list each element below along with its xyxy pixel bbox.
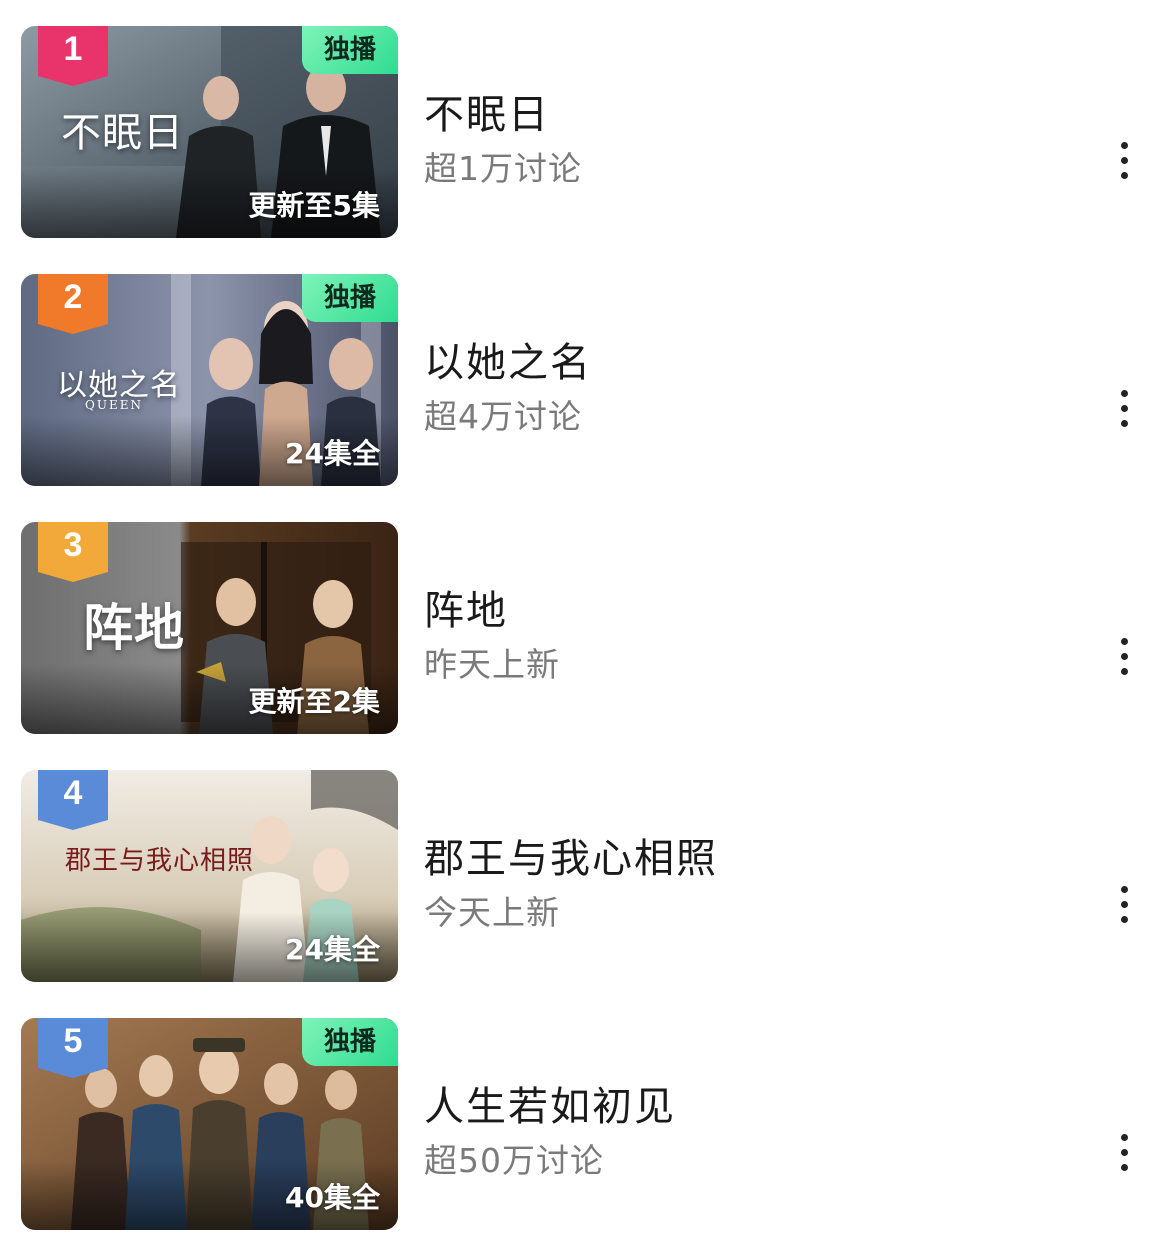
show-title[interactable]: 不眠日 <box>424 82 550 140</box>
rank-badge: 3 <box>38 522 108 582</box>
episode-status: 更新至2集 <box>248 685 380 718</box>
poster-title: 不眠日 <box>61 110 184 156</box>
list-item[interactable]: 不眠日 独播 1 更新至5集 不眠日 超1万讨论 <box>0 26 1158 240</box>
show-subtitle: 今天上新 <box>424 893 560 932</box>
episode-status: 24集全 <box>285 437 380 470</box>
rank-badge: 4 <box>38 770 108 830</box>
rank-badge: 1 <box>38 26 108 86</box>
list-item[interactable]: 以她之名 QUEEN 独播 2 24集全 以她之名 超4万讨论 <box>0 274 1158 488</box>
rank-number: 1 <box>63 30 83 68</box>
rank-number: 5 <box>63 1022 83 1060</box>
exclusive-badge: 独播 <box>302 274 398 322</box>
more-options-icon[interactable] <box>1106 880 1142 930</box>
show-title[interactable]: 人生若如初见 <box>424 1074 676 1132</box>
rank-number: 4 <box>63 774 83 812</box>
more-options-icon[interactable] <box>1106 136 1142 186</box>
list-item[interactable]: 郡王与我心相照 4 24集全 郡王与我心相照 今天上新 <box>0 770 1158 984</box>
rank-number: 3 <box>63 526 83 564</box>
more-options-icon[interactable] <box>1106 1128 1142 1178</box>
list-item[interactable]: 独播 5 40集全 人生若如初见 超50万讨论 <box>0 1018 1158 1232</box>
poster-title: 阵地 <box>83 598 185 657</box>
exclusive-badge: 独播 <box>302 1018 398 1066</box>
poster-thumbnail[interactable]: 郡王与我心相照 4 24集全 <box>21 770 398 982</box>
ranking-list: 不眠日 独播 1 更新至5集 不眠日 超1万讨论 以她之名 QUEEN 独播 2… <box>0 0 1158 1244</box>
show-subtitle: 超1万讨论 <box>424 149 582 188</box>
show-title[interactable]: 郡王与我心相照 <box>424 826 718 884</box>
more-options-icon[interactable] <box>1106 384 1142 434</box>
rank-badge: 2 <box>38 274 108 334</box>
poster-thumbnail[interactable]: 独播 5 40集全 <box>21 1018 398 1230</box>
show-subtitle: 超4万讨论 <box>424 397 582 436</box>
poster-subtitle: QUEEN <box>85 398 143 412</box>
poster-thumbnail[interactable]: 不眠日 独播 1 更新至5集 <box>21 26 398 238</box>
show-title[interactable]: 阵地 <box>424 578 508 636</box>
more-options-icon[interactable] <box>1106 632 1142 682</box>
list-item[interactable]: 阵地 3 更新至2集 阵地 昨天上新 <box>0 522 1158 736</box>
episode-status: 更新至5集 <box>248 189 380 222</box>
rank-badge: 5 <box>38 1018 108 1078</box>
show-subtitle: 昨天上新 <box>424 645 560 684</box>
show-subtitle: 超50万讨论 <box>424 1141 604 1180</box>
episode-status: 40集全 <box>285 1181 380 1214</box>
show-title[interactable]: 以她之名 <box>424 330 592 388</box>
poster-thumbnail[interactable]: 阵地 3 更新至2集 <box>21 522 398 734</box>
poster-thumbnail[interactable]: 以她之名 QUEEN 独播 2 24集全 <box>21 274 398 486</box>
exclusive-badge: 独播 <box>302 26 398 74</box>
rank-number: 2 <box>63 278 83 316</box>
poster-title: 郡王与我心相照 <box>65 846 255 876</box>
episode-status: 24集全 <box>285 933 380 966</box>
